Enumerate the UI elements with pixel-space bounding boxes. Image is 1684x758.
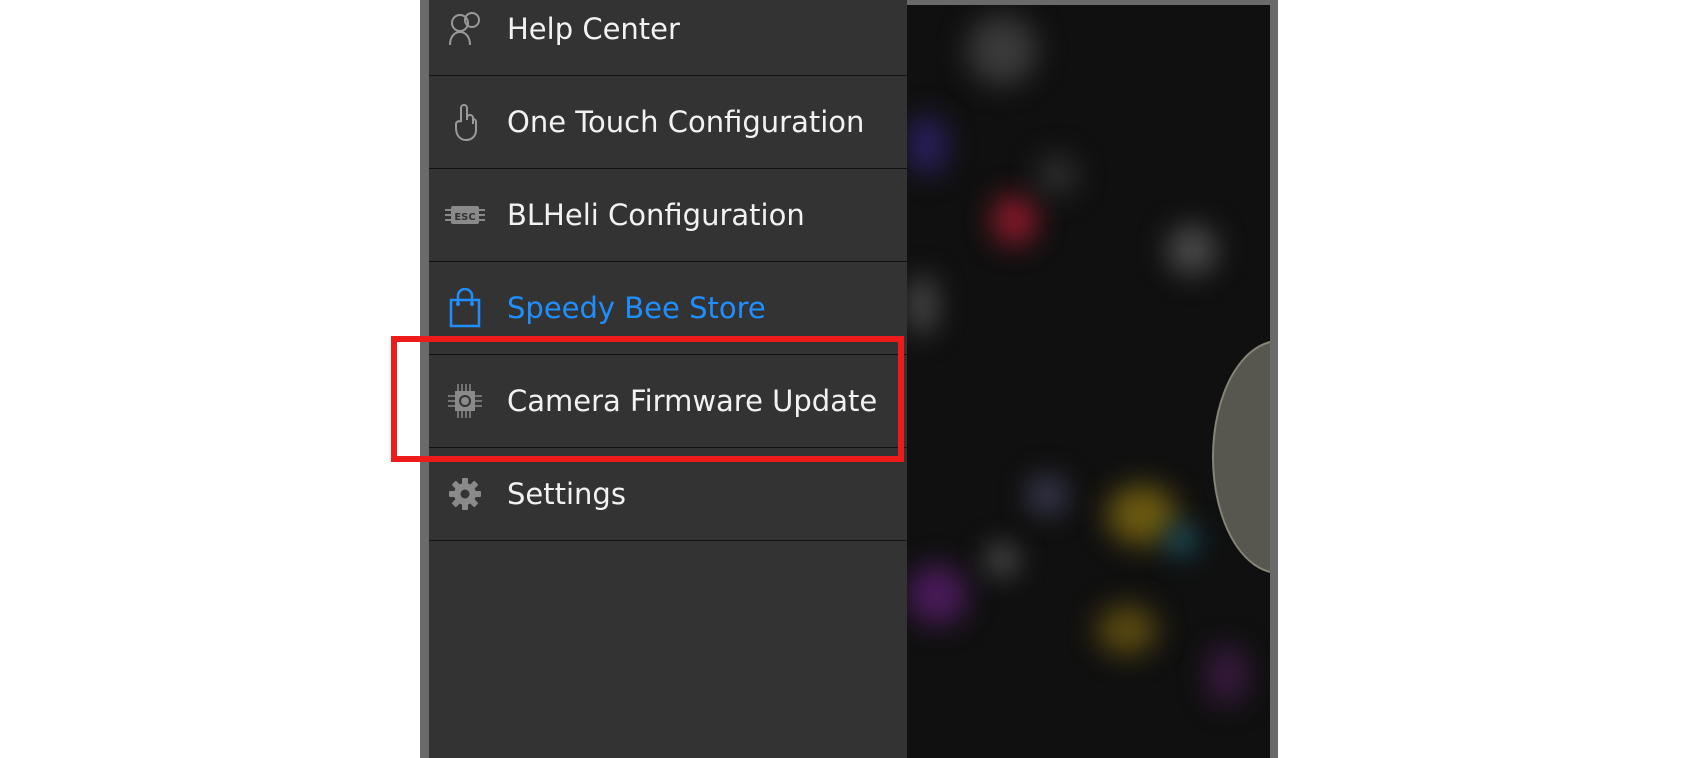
shopping-bag-icon bbox=[445, 288, 485, 328]
bokeh-light bbox=[907, 275, 937, 335]
menu-item-one-touch-configuration[interactable]: One Touch Configuration bbox=[429, 76, 907, 169]
bokeh-light bbox=[992, 195, 1037, 245]
bokeh-light bbox=[907, 115, 947, 175]
menu-item-label: BLHeli Configuration bbox=[507, 198, 805, 232]
menu-item-help-center[interactable]: Help Center bbox=[429, 0, 907, 76]
highlight-box bbox=[391, 336, 904, 462]
camera-preview bbox=[907, 5, 1270, 758]
menu-item-label: Settings bbox=[507, 477, 626, 511]
bokeh-light bbox=[967, 15, 1037, 85]
bokeh-light bbox=[1167, 225, 1217, 275]
bokeh-light bbox=[1207, 645, 1247, 705]
bokeh-light bbox=[907, 565, 967, 625]
gear-icon bbox=[445, 474, 485, 514]
bokeh-light bbox=[987, 545, 1017, 575]
help-center-icon bbox=[445, 9, 485, 49]
bokeh-light bbox=[1167, 525, 1197, 555]
menu-item-label: Speedy Bee Store bbox=[507, 291, 766, 325]
lens-overlay bbox=[1212, 340, 1270, 574]
esc-chip-icon: ESC bbox=[445, 195, 485, 235]
touch-hand-icon bbox=[445, 102, 485, 142]
svg-text:ESC: ESC bbox=[454, 212, 475, 223]
menu-item-label: One Touch Configuration bbox=[507, 105, 865, 139]
bokeh-light bbox=[1097, 605, 1157, 655]
bokeh-light bbox=[1037, 155, 1077, 195]
menu-item-label: Help Center bbox=[507, 12, 680, 46]
menu-item-blheli-configuration[interactable]: ESC BLHeli Configuration bbox=[429, 169, 907, 262]
bokeh-light bbox=[1027, 475, 1067, 515]
